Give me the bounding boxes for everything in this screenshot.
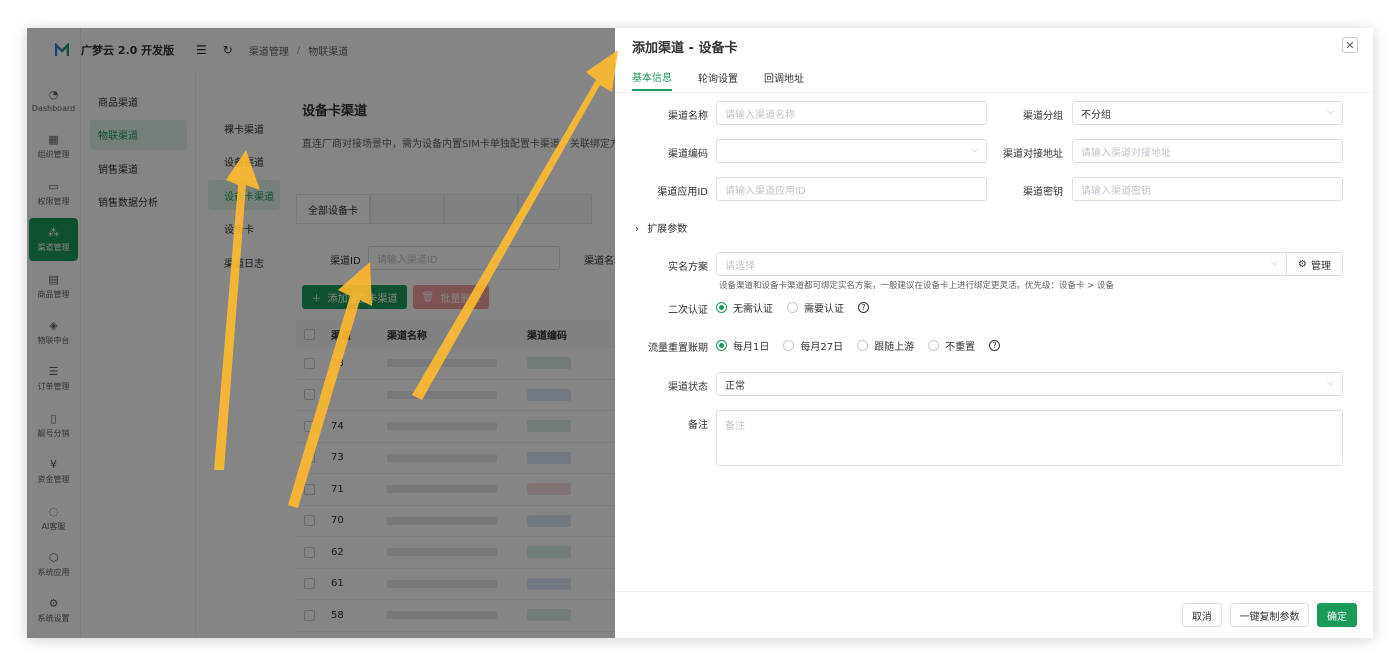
extended-params-label: 扩展参数 — [647, 224, 688, 235]
app-window: ◔ Dashboard ▦ 组织管理 ▭ 权限管理 ⁂ 渠道管理 ▤ 商品管理 ◈ 物联中台 ☰ 订单管理… — [27, 28, 1373, 638]
remark-label: 备注 — [688, 420, 708, 431]
radio-no-reset[interactable]: 不重置 — [928, 338, 975, 353]
chevron-right-icon: › — [635, 224, 639, 235]
manage-button[interactable]: ⚙ 管理 — [1287, 252, 1343, 276]
close-icon[interactable]: ✕ — [1342, 37, 1358, 53]
channel-name-input[interactable]: 请输入渠道名称 — [716, 101, 987, 125]
tab-callback-url[interactable]: 回调地址 — [764, 63, 804, 91]
channel-secret-input[interactable]: 请输入渠道密钥 — [1072, 177, 1343, 201]
chevron-down-icon: ⌵ — [1327, 378, 1334, 388]
radio-monthly-1-label: 每月1日 — [733, 342, 770, 353]
radio-need-auth-label: 需要认证 — [804, 304, 844, 315]
cancel-button[interactable]: 取消 — [1182, 603, 1222, 627]
drawer-tabs: 基本信息 轮询设置 回调地址 — [632, 63, 830, 93]
radio-dot — [783, 340, 795, 351]
second-auth-radio-group: 无需认证 需要认证 ? — [716, 300, 869, 315]
radio-dot-selected — [716, 302, 727, 313]
radio-dot — [928, 340, 940, 351]
channel-appid-label: 渠道应用ID — [657, 187, 708, 198]
realname-placeholder: 请选择 — [725, 260, 755, 272]
modal-overlay[interactable] — [27, 28, 615, 638]
channel-status-select[interactable]: 正常 ⌵ — [716, 372, 1343, 396]
manage-label: 管理 — [1310, 260, 1331, 272]
radio-no-auth-label: 无需认证 — [733, 304, 773, 315]
channel-code-select[interactable]: ⌵ — [716, 139, 987, 163]
realname-hint: 设备渠道和设备卡渠道都可绑定实名方案，一般建议在设备卡上进行绑定更灵活。优先级：… — [719, 281, 1115, 291]
chevron-down-icon: ⌵ — [1271, 258, 1278, 268]
radio-follow-upstream-label: 跟随上游 — [874, 342, 915, 353]
radio-need-auth[interactable]: 需要认证 — [787, 300, 844, 315]
add-channel-drawer: 添加渠道 - 设备卡 ✕ 基本信息 轮询设置 回调地址 渠道名称 请输入渠道名称… — [615, 28, 1373, 638]
channel-group-label: 渠道分组 — [1023, 111, 1063, 122]
channel-group-select[interactable]: 不分组 ⌵ — [1072, 101, 1343, 125]
channel-name-label: 渠道名称 — [668, 111, 708, 122]
extended-params-toggle[interactable]: › 扩展参数 — [635, 220, 687, 235]
channel-endpoint-label: 渠道对接地址 — [1003, 149, 1063, 160]
channel-code-label: 渠道编码 — [668, 149, 708, 160]
channel-secret-label: 渠道密钥 — [1023, 187, 1063, 198]
second-auth-label: 二次认证 — [668, 305, 708, 316]
channel-status-label: 渠道状态 — [668, 382, 708, 393]
reset-cycle-label: 流量重置账期 — [648, 343, 708, 354]
tab-polling-settings[interactable]: 轮询设置 — [698, 63, 738, 91]
footer-divider — [615, 591, 1373, 592]
radio-monthly-27[interactable]: 每月27日 — [783, 338, 843, 353]
radio-no-auth[interactable]: 无需认证 — [716, 300, 773, 315]
radio-dot-selected — [716, 340, 727, 351]
chevron-down-icon: ⌵ — [971, 145, 978, 155]
help-icon[interactable]: ? — [989, 340, 1001, 351]
gear-icon: ⚙ — [1298, 258, 1307, 270]
help-icon[interactable]: ? — [858, 302, 869, 313]
radio-monthly-27-label: 每月27日 — [800, 342, 844, 353]
channel-status-value: 正常 — [725, 380, 745, 392]
radio-follow-upstream[interactable]: 跟随上游 — [857, 338, 914, 353]
remark-textarea[interactable]: 备注 — [716, 410, 1343, 466]
realname-label: 实名方案 — [668, 262, 708, 273]
confirm-button[interactable]: 确定 — [1317, 603, 1357, 627]
drawer-title: 添加渠道 - 设备卡 — [632, 41, 738, 56]
radio-dot — [857, 340, 869, 351]
channel-group-value: 不分组 — [1081, 109, 1111, 121]
tab-basic-info[interactable]: 基本信息 — [632, 63, 672, 91]
reset-cycle-radio-group: 每月1日 每月27日 跟随上游 不重置 ? — [716, 338, 1001, 353]
radio-monthly-1[interactable]: 每月1日 — [716, 338, 769, 353]
channel-appid-input[interactable]: 请输入渠道应用ID — [716, 177, 987, 201]
channel-endpoint-input[interactable]: 请输入渠道对接地址 — [1072, 139, 1343, 163]
radio-no-reset-label: 不重置 — [945, 342, 976, 353]
chevron-down-icon: ⌵ — [1327, 107, 1334, 117]
realname-select[interactable]: 请选择 ⌵ — [716, 252, 1287, 276]
radio-dot — [787, 302, 798, 313]
tab-divider — [615, 92, 1373, 93]
copy-params-button[interactable]: 一键复制参数 — [1230, 603, 1309, 627]
